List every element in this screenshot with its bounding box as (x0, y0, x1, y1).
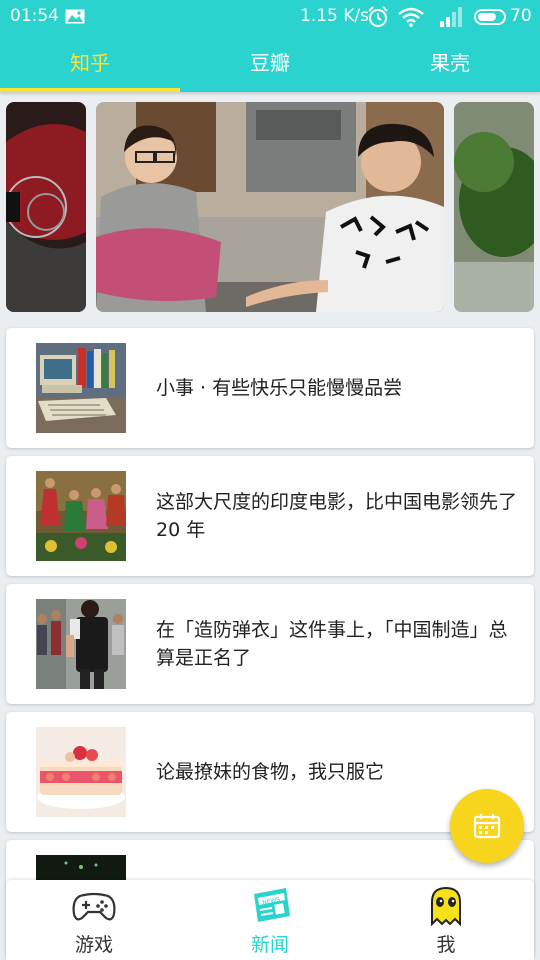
nav-label: 我 (436, 934, 456, 956)
banner-carousel[interactable] (0, 102, 540, 312)
nav-label: 游戏 (74, 934, 113, 956)
ghost-icon (431, 886, 461, 926)
article-card[interactable]: 小事 · 有些快乐只能慢慢品尝 (6, 328, 534, 448)
news-icon: NEWS (254, 888, 290, 922)
article-title: 这部大尺度的印度电影，比中国电影领先了 20 年 (156, 491, 518, 541)
tab-douban[interactable]: 豆瓣 (180, 34, 360, 92)
article-title: 在「造防弹衣」这件事上，「中国制造」总算是正名了 (156, 619, 508, 669)
alarm-icon (368, 6, 388, 27)
nav-item-me[interactable]: 我 (358, 880, 534, 960)
article-card[interactable]: 在「造防弹衣」这件事上，「中国制造」总算是正名了 (6, 584, 534, 704)
battery-level: 70 (510, 6, 532, 26)
article-thumbnail (36, 727, 126, 817)
image-notification-icon (65, 9, 85, 24)
top-tab-bar: 知乎 豆瓣 果壳 (0, 34, 540, 92)
banner-slide-previous[interactable] (6, 102, 86, 312)
banner-slide-current[interactable] (96, 102, 444, 312)
article-card[interactable]: 这部大尺度的印度电影，比中国电影领先了 20 年 (6, 456, 534, 576)
tab-guokr[interactable]: 果壳 (360, 34, 540, 92)
article-thumbnail (36, 471, 126, 561)
article-thumbnail (36, 599, 126, 689)
gamepad-icon (72, 892, 116, 921)
status-bar: 01:54 1.15 K/s 70 (0, 0, 540, 34)
signal-icon (440, 7, 462, 27)
battery-icon (474, 9, 506, 25)
article-thumbnail (36, 343, 126, 433)
nav-item-news[interactable]: NEWS 新闻 (182, 880, 358, 960)
nav-label: 新闻 (250, 934, 289, 956)
banner-slide-next[interactable] (454, 102, 534, 312)
article-title: 小事 · 有些快乐只能慢慢品尝 (156, 377, 403, 399)
tab-zhihu[interactable]: 知乎 (0, 34, 180, 92)
calendar-fab-button[interactable] (450, 789, 524, 863)
status-time: 01:54 (10, 6, 59, 26)
network-speed: 1.15 K/s (300, 6, 369, 26)
calendar-icon (473, 814, 501, 839)
bottom-navigation: 游戏 NEWS 新闻 我 (6, 880, 534, 960)
wifi-icon (398, 7, 424, 27)
nav-item-games[interactable]: 游戏 (6, 880, 182, 960)
